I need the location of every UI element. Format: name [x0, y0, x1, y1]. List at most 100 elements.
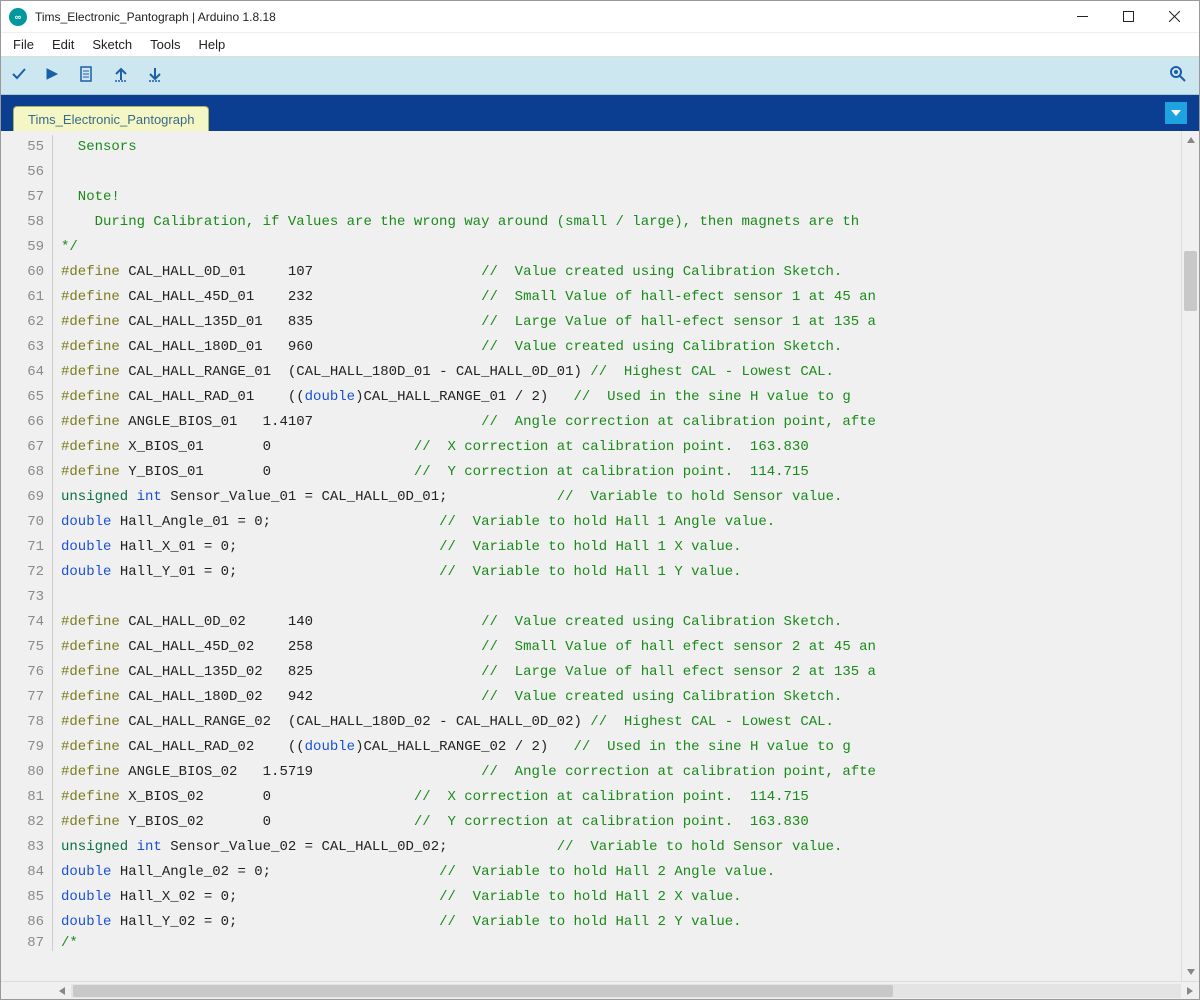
code-line[interactable]: /*	[61, 935, 1181, 951]
code-line[interactable]: #define CAL_HALL_45D_02 258 // Small Val…	[61, 635, 1181, 660]
line-number: 59	[1, 235, 53, 260]
code-line[interactable]: Sensors	[61, 135, 1181, 160]
code-line[interactable]	[61, 160, 1181, 185]
vertical-scroll-thumb[interactable]	[1184, 251, 1197, 311]
line-number: 62	[1, 310, 53, 335]
code-line[interactable]: #define CAL_HALL_0D_02 140 // Value crea…	[61, 610, 1181, 635]
line-number: 57	[1, 185, 53, 210]
line-number: 72	[1, 560, 53, 585]
code-line[interactable]: #define CAL_HALL_135D_02 825 // Large Va…	[61, 660, 1181, 685]
code-line[interactable]: #define CAL_HALL_RANGE_02 (CAL_HALL_180D…	[61, 710, 1181, 735]
horizontal-scrollbar[interactable]	[53, 982, 1199, 999]
menu-help[interactable]: Help	[194, 35, 229, 54]
code-line[interactable]: During Calibration, if Values are the wr…	[61, 210, 1181, 235]
code-line[interactable]	[61, 585, 1181, 610]
line-number: 79	[1, 735, 53, 760]
code-line[interactable]: #define CAL_HALL_180D_01 960 // Value cr…	[61, 335, 1181, 360]
code-line[interactable]: #define Y_BIOS_02 0 // Y correction at c…	[61, 810, 1181, 835]
sketch-tab[interactable]: Tims_Electronic_Pantograph	[13, 106, 209, 132]
line-number: 68	[1, 460, 53, 485]
line-number: 65	[1, 385, 53, 410]
line-number: 60	[1, 260, 53, 285]
vertical-scrollbar[interactable]	[1181, 131, 1199, 981]
code-line[interactable]: #define CAL_HALL_0D_01 107 // Value crea…	[61, 260, 1181, 285]
line-number: 77	[1, 685, 53, 710]
line-number: 63	[1, 335, 53, 360]
line-number: 70	[1, 510, 53, 535]
verify-button[interactable]	[11, 66, 27, 85]
line-number-gutter: 5556575859606162636465666768697071727374…	[1, 131, 53, 981]
close-button[interactable]	[1151, 1, 1197, 33]
horizontal-scroll-track[interactable]	[71, 984, 1181, 998]
minimize-button[interactable]	[1059, 1, 1105, 33]
scroll-up-arrow[interactable]	[1182, 131, 1199, 149]
open-button[interactable]	[113, 66, 129, 85]
toolbar	[1, 57, 1199, 95]
tabbar: Tims_Electronic_Pantograph	[1, 95, 1199, 131]
code-line[interactable]: unsigned int Sensor_Value_02 = CAL_HALL_…	[61, 835, 1181, 860]
code-line[interactable]: */	[61, 235, 1181, 260]
serial-monitor-button[interactable]	[1169, 65, 1187, 86]
code-line[interactable]: double Hall_Angle_01 = 0; // Variable to…	[61, 510, 1181, 535]
code-line[interactable]: #define ANGLE_BIOS_01 1.4107 // Angle co…	[61, 410, 1181, 435]
line-number: 87	[1, 935, 53, 951]
code-line[interactable]: #define CAL_HALL_RAD_01 ((double)CAL_HAL…	[61, 385, 1181, 410]
upload-button[interactable]	[45, 66, 61, 85]
horizontal-scrollbar-row	[1, 981, 1199, 999]
code-line[interactable]: double Hall_Angle_02 = 0; // Variable to…	[61, 860, 1181, 885]
code-line[interactable]: #define X_BIOS_02 0 // X correction at c…	[61, 785, 1181, 810]
code-area[interactable]: Sensors Note! During Calibration, if Val…	[53, 131, 1181, 981]
line-number: 76	[1, 660, 53, 685]
code-line[interactable]: #define CAL_HALL_RAD_02 ((double)CAL_HAL…	[61, 735, 1181, 760]
code-line[interactable]: #define CAL_HALL_135D_01 835 // Large Va…	[61, 310, 1181, 335]
code-line[interactable]: #define ANGLE_BIOS_02 1.5719 // Angle co…	[61, 760, 1181, 785]
line-number: 67	[1, 435, 53, 460]
titlebar: ∞ Tims_Electronic_Pantograph | Arduino 1…	[1, 1, 1199, 33]
line-number: 61	[1, 285, 53, 310]
line-number: 78	[1, 710, 53, 735]
line-number: 80	[1, 760, 53, 785]
tab-menu-dropdown[interactable]	[1165, 102, 1187, 124]
save-button[interactable]	[147, 66, 163, 85]
line-number: 71	[1, 535, 53, 560]
code-line[interactable]: Note!	[61, 185, 1181, 210]
scroll-right-arrow[interactable]	[1181, 986, 1199, 996]
line-number: 81	[1, 785, 53, 810]
code-line[interactable]: unsigned int Sensor_Value_01 = CAL_HALL_…	[61, 485, 1181, 510]
maximize-button[interactable]	[1105, 1, 1151, 33]
window-title: Tims_Electronic_Pantograph | Arduino 1.8…	[35, 10, 1059, 24]
code-line[interactable]: double Hall_Y_02 = 0; // Variable to hol…	[61, 910, 1181, 935]
line-number: 74	[1, 610, 53, 635]
line-number: 56	[1, 160, 53, 185]
horizontal-scroll-thumb[interactable]	[73, 985, 893, 997]
line-number: 69	[1, 485, 53, 510]
line-number: 64	[1, 360, 53, 385]
line-number: 84	[1, 860, 53, 885]
arduino-ide-window: ∞ Tims_Electronic_Pantograph | Arduino 1…	[0, 0, 1200, 1000]
arduino-app-icon: ∞	[9, 8, 27, 26]
scroll-left-arrow[interactable]	[53, 986, 71, 996]
code-line[interactable]: #define CAL_HALL_45D_01 232 // Small Val…	[61, 285, 1181, 310]
menu-edit[interactable]: Edit	[48, 35, 78, 54]
menu-tools[interactable]: Tools	[146, 35, 184, 54]
code-line[interactable]: double Hall_Y_01 = 0; // Variable to hol…	[61, 560, 1181, 585]
menu-sketch[interactable]: Sketch	[88, 35, 136, 54]
code-line[interactable]: #define CAL_HALL_180D_02 942 // Value cr…	[61, 685, 1181, 710]
scroll-down-arrow[interactable]	[1182, 963, 1199, 981]
line-number: 66	[1, 410, 53, 435]
gutter-spacer	[1, 982, 53, 999]
code-editor[interactable]: 5556575859606162636465666768697071727374…	[1, 131, 1199, 981]
code-line[interactable]: #define CAL_HALL_RANGE_01 (CAL_HALL_180D…	[61, 360, 1181, 385]
code-line[interactable]: double Hall_X_01 = 0; // Variable to hol…	[61, 535, 1181, 560]
code-line[interactable]: #define Y_BIOS_01 0 // Y correction at c…	[61, 460, 1181, 485]
new-button[interactable]	[79, 66, 95, 85]
line-number: 75	[1, 635, 53, 660]
line-number: 58	[1, 210, 53, 235]
code-line[interactable]: #define X_BIOS_01 0 // X correction at c…	[61, 435, 1181, 460]
line-number: 85	[1, 885, 53, 910]
menu-file[interactable]: File	[9, 35, 38, 54]
line-number: 83	[1, 835, 53, 860]
line-number: 86	[1, 910, 53, 935]
code-line[interactable]: double Hall_X_02 = 0; // Variable to hol…	[61, 885, 1181, 910]
line-number: 82	[1, 810, 53, 835]
